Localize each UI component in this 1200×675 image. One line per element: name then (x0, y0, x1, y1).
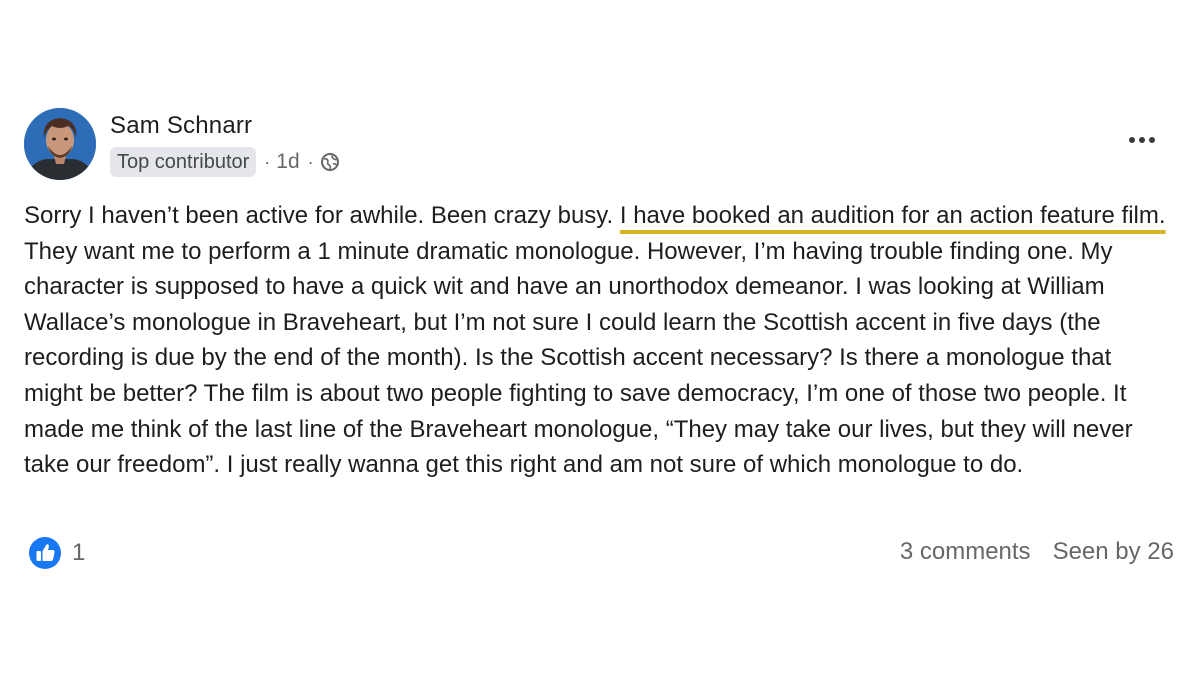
more-options-icon[interactable] (1124, 128, 1160, 152)
post-timestamp[interactable]: 1d (276, 150, 299, 174)
post-text: Sorry I haven’t been active for awhile. … (24, 198, 1174, 483)
more-dot (1139, 137, 1145, 143)
group-post: Sam Schnarr Top contributor · 1d · Sorry… (0, 0, 1200, 675)
comments-link[interactable]: 3 comments (900, 538, 1031, 566)
post-text-part-2: They want me to perform a 1 minute drama… (24, 237, 1133, 479)
author-name[interactable]: Sam Schnarr (110, 112, 252, 140)
globe-icon[interactable] (320, 152, 340, 172)
more-dot (1149, 137, 1155, 143)
avatar[interactable] (24, 108, 96, 180)
reaction-count: 1 (72, 539, 86, 566)
top-contributor-badge[interactable]: Top contributor (110, 147, 257, 177)
post-stats: 3 comments Seen by 26 (900, 538, 1174, 566)
like-icon[interactable] (28, 536, 62, 570)
post-meta: Top contributor · 1d · (110, 146, 340, 178)
meta-separator: · (264, 151, 271, 172)
more-dot (1129, 137, 1135, 143)
highlighted-text: I have booked an audition for an action … (619, 202, 1166, 229)
meta-separator-2: · (307, 151, 314, 172)
reactions-summary[interactable]: 1 (28, 536, 85, 570)
avatar-image (24, 108, 96, 180)
post-text-part-1: Sorry I haven’t been active for awhile. … (24, 202, 620, 229)
seen-by-link[interactable]: Seen by 26 (1053, 538, 1174, 566)
